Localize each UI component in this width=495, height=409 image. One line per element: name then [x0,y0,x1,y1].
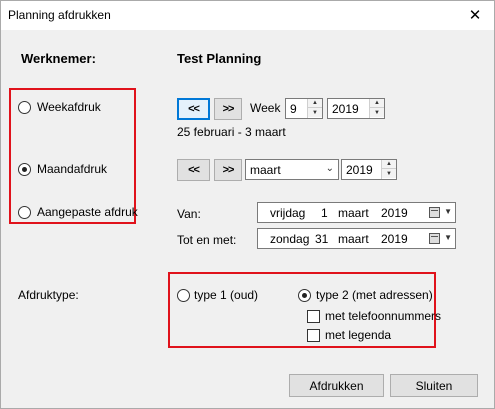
date-from-month: maart [338,206,369,220]
close-icon[interactable]: ✕ [462,3,488,27]
date-to-label: Tot en met: [177,233,237,247]
radio-type1[interactable] [177,289,190,302]
chevron-down-icon[interactable]: ⌄ [326,163,334,174]
checkbox-with-legend-label[interactable]: met legenda [325,328,391,342]
close-button[interactable]: Sluiten [390,374,478,397]
print-planning-dialog: Planning afdrukken ✕ Werknemer: Test Pla… [0,0,495,409]
date-to-weekday: zondag [270,232,310,246]
week-number-spinner[interactable]: ▲ ▼ [307,99,322,118]
month-year-spinner[interactable]: ▲ ▼ [381,160,396,179]
radio-weekafdruk-label[interactable]: Weekafdruk [37,100,101,114]
date-to-picker[interactable]: zondag 31 maart 2019 ▼ [257,228,456,249]
week-date-range: 25 februari - 3 maart [177,125,286,139]
checkbox-with-phone-label[interactable]: met telefoonnummers [325,309,441,323]
checkbox-with-legend[interactable] [307,329,320,342]
month-year-stepper[interactable]: 2019 ▲ ▼ [341,159,397,180]
month-select-value: maart [250,163,281,177]
week-year-value: 2019 [332,102,359,116]
week-prev-button[interactable]: << [177,98,210,120]
spin-down-icon[interactable]: ▼ [382,169,396,178]
title-bar: Planning afdrukken ✕ [1,1,494,30]
week-year-stepper[interactable]: 2019 ▲ ▼ [327,98,385,119]
radio-type2-label[interactable]: type 2 (met adressen) [316,288,433,302]
chevron-down-icon[interactable]: ▼ [444,233,452,242]
spin-up-icon[interactable]: ▲ [370,99,384,108]
print-type-label: Afdruktype: [18,288,79,302]
week-number-value: 9 [290,102,297,116]
date-from-label: Van: [177,207,201,221]
planning-name: Test Planning [177,51,262,66]
radio-maandafdruk-label[interactable]: Maandafdruk [37,162,107,176]
radio-aangepaste-afdruk[interactable] [18,206,31,219]
date-from-year: 2019 [381,206,408,220]
radio-type2[interactable] [298,289,311,302]
radio-weekafdruk[interactable] [18,101,31,114]
calendar-icon[interactable] [429,207,440,218]
date-from-weekday: vrijdag [270,206,306,220]
date-to-month: maart [338,232,369,246]
date-to-day: 31 [315,232,329,246]
week-next-button[interactable]: >> [214,98,242,120]
window-title: Planning afdrukken [8,8,111,22]
month-next-button[interactable]: >> [214,159,242,181]
radio-aangepaste-afdruk-label[interactable]: Aangepaste afdruk [37,205,138,219]
week-number-stepper[interactable]: 9 ▲ ▼ [285,98,323,119]
month-select[interactable]: maart ⌄ [245,159,339,180]
month-year-value: 2019 [346,163,373,177]
radio-type1-label[interactable]: type 1 (oud) [194,288,258,302]
radio-maandafdruk[interactable] [18,163,31,176]
week-label: Week [250,101,281,115]
print-button[interactable]: Afdrukken [289,374,384,397]
checkbox-with-phone[interactable] [307,310,320,323]
chevron-down-icon[interactable]: ▼ [444,207,452,216]
week-year-spinner[interactable]: ▲ ▼ [369,99,384,118]
date-to-year: 2019 [381,232,408,246]
spin-up-icon[interactable]: ▲ [382,160,396,169]
month-prev-button[interactable]: << [177,159,210,181]
employee-label: Werknemer: [21,51,96,66]
spin-up-icon[interactable]: ▲ [308,99,322,108]
spin-down-icon[interactable]: ▼ [370,108,384,117]
spin-down-icon[interactable]: ▼ [308,108,322,117]
date-from-picker[interactable]: vrijdag 1 maart 2019 ▼ [257,202,456,223]
date-from-day: 1 [321,206,328,220]
calendar-icon[interactable] [429,233,440,244]
